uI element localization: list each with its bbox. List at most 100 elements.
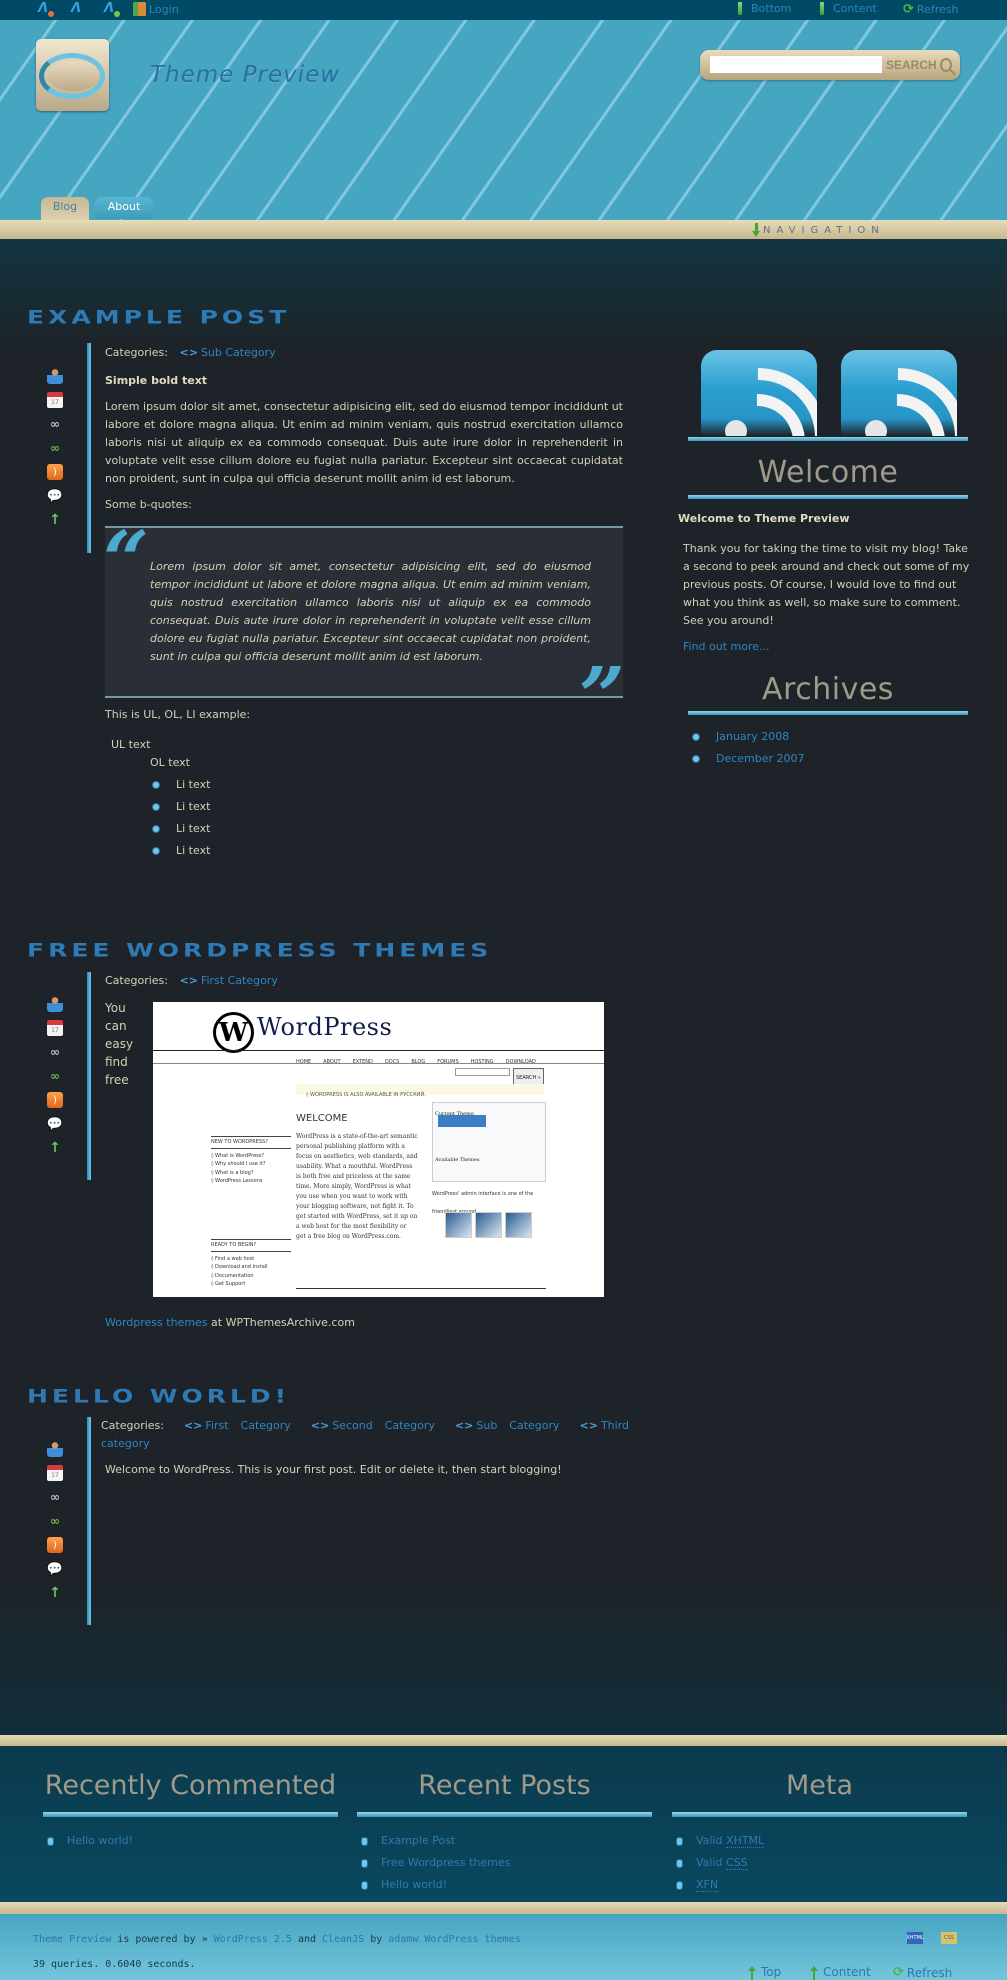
tab-about[interactable]: About bbox=[95, 197, 153, 219]
calendar-icon[interactable]: 17 bbox=[47, 392, 63, 408]
example-list: UL text OL text Li text Li text Li text … bbox=[105, 736, 623, 860]
trackback-icon[interactable]: ∞ bbox=[47, 1513, 63, 1529]
comment-icon[interactable]: 💬 bbox=[47, 488, 63, 504]
top-arrow-icon[interactable]: ↑ bbox=[47, 1585, 63, 1601]
arrow-down-icon bbox=[752, 223, 760, 237]
navigation-toggle[interactable]: NAVIGATION bbox=[752, 223, 885, 237]
post-meta-icons: 17 ∞ ∞ ) 💬 ↑ bbox=[47, 368, 67, 536]
side-words: You can easy find free bbox=[105, 1001, 134, 1087]
divider bbox=[688, 711, 968, 715]
rss-comments-icon[interactable] bbox=[841, 350, 957, 436]
list-item: Hello world! bbox=[362, 1874, 510, 1896]
site-logo[interactable] bbox=[36, 39, 109, 111]
tab-blog[interactable]: Blog bbox=[41, 197, 89, 220]
top-link[interactable]: Top bbox=[748, 1965, 781, 1980]
list-item: Free Wordpress themes bbox=[362, 1852, 510, 1874]
calendar-icon[interactable]: 17 bbox=[47, 1465, 63, 1481]
author-remove-icon: Λ bbox=[38, 2, 54, 17]
footer: Theme Preview is powered by » WordPress … bbox=[0, 1914, 1007, 1980]
valid-xhtml-badge-icon[interactable]: XHTML bbox=[906, 1932, 924, 1944]
comment-icon[interactable]: 💬 bbox=[47, 1561, 63, 1577]
open-quote-icon: “ bbox=[103, 513, 150, 607]
site-link[interactable]: Theme Preview bbox=[33, 1934, 111, 1945]
category-link[interactable]: <> Sub Category bbox=[180, 346, 276, 359]
permalink-icon[interactable]: ∞ bbox=[47, 1044, 63, 1060]
rss-posts-icon[interactable] bbox=[701, 350, 817, 436]
category-link[interactable]: <> First Category bbox=[184, 1419, 291, 1432]
post-accent-bar bbox=[87, 343, 91, 553]
post-title[interactable]: Hello world! bbox=[27, 1385, 290, 1407]
category-icon: <> bbox=[454, 1419, 474, 1432]
valid-css-badge-icon[interactable]: CSS bbox=[941, 1932, 957, 1944]
login-link[interactable]: Login bbox=[133, 2, 179, 16]
comment-icon[interactable]: 💬 bbox=[47, 1116, 63, 1132]
author-icon[interactable] bbox=[47, 996, 63, 1012]
post-title[interactable]: Free Wordpress Themes bbox=[27, 939, 492, 961]
category-icon: <> bbox=[310, 1419, 330, 1432]
navigation-label: NAVIGATION bbox=[763, 224, 885, 236]
bullet-icon bbox=[693, 734, 699, 740]
author-icon[interactable] bbox=[47, 368, 63, 384]
trackback-icon[interactable]: ∞ bbox=[47, 440, 63, 456]
header: Theme Preview SEARCH Blog About bbox=[0, 20, 1007, 220]
query-stats: 39 queries. 0.6040 seconds. bbox=[33, 1959, 196, 1970]
divider bbox=[357, 1812, 652, 1817]
archive-item: December 2007 bbox=[693, 748, 805, 770]
permalink-icon[interactable]: ∞ bbox=[47, 416, 63, 432]
top-arrow-icon[interactable]: ↑ bbox=[47, 512, 63, 528]
author-icon: Λ bbox=[71, 1, 82, 16]
search-icon bbox=[939, 58, 952, 72]
author-link[interactable]: Λ bbox=[71, 2, 85, 16]
post-title[interactable]: Example Post bbox=[27, 306, 290, 328]
site-title[interactable]: Theme Preview bbox=[150, 62, 340, 88]
refresh-link[interactable]: ⟳ Refresh bbox=[893, 1965, 952, 1980]
author-link[interactable]: adamw WordPress themes bbox=[388, 1934, 520, 1945]
search-button[interactable]: SEARCH bbox=[886, 54, 952, 76]
rss-icon[interactable]: ) bbox=[47, 1092, 63, 1108]
widget-title-welcome: Welcome bbox=[757, 455, 899, 490]
find-out-more-link[interactable]: Find out more... bbox=[683, 640, 770, 653]
close-quote-icon: ” bbox=[578, 649, 625, 743]
category-link[interactable]: <> Sub Category bbox=[455, 1419, 560, 1432]
rss-icon[interactable]: ) bbox=[47, 464, 63, 480]
arrow-up-icon bbox=[748, 1965, 756, 1980]
refresh-icon: ⟳ bbox=[903, 2, 914, 17]
top-arrow-icon[interactable]: ↑ bbox=[47, 1140, 63, 1156]
author-icon[interactable] bbox=[47, 1441, 63, 1457]
post-categories: Categories: <> Sub Category bbox=[105, 346, 276, 359]
content-link[interactable]: Content bbox=[810, 1965, 871, 1980]
author-remove-link[interactable]: Λ bbox=[38, 2, 54, 17]
category-link[interactable]: <> Second Category bbox=[311, 1419, 435, 1432]
post-accent-bar bbox=[87, 972, 91, 1180]
arrow-up-icon bbox=[810, 1965, 818, 1980]
widget-title-recently-commented: Recently Commented bbox=[44, 1770, 337, 1801]
post-categories: Categories: <> First Category bbox=[105, 974, 278, 987]
theme-link[interactable]: CleanJS bbox=[322, 1934, 364, 1945]
bquote-intro: Some b-quotes: bbox=[105, 498, 192, 511]
footer-widgets: Recently Commented Hello world! Recent P… bbox=[0, 1746, 1007, 1902]
login-label: Login bbox=[149, 2, 179, 16]
rss-icon[interactable]: ) bbox=[47, 1537, 63, 1553]
list-item: Li text bbox=[153, 798, 623, 816]
trackback-icon[interactable]: ∞ bbox=[47, 1068, 63, 1084]
refresh-link[interactable]: ⟳ Refresh bbox=[903, 2, 958, 17]
bullet-icon bbox=[362, 1859, 367, 1867]
post-accent-bar bbox=[87, 1417, 91, 1625]
content-link[interactable]: Content bbox=[820, 2, 877, 15]
credit-link[interactable]: Wordpress themes bbox=[105, 1316, 208, 1329]
wordpress-screenshot[interactable]: W WordPress HOME ABOUT EXTEND DOCS BLOG FORUM… bbox=[153, 1002, 604, 1297]
blockquote: “ Lorem ipsum dolor sit amet, consectetu… bbox=[103, 520, 625, 736]
divider bbox=[688, 495, 968, 499]
permalink-icon[interactable]: ∞ bbox=[47, 1489, 63, 1505]
category-link[interactable]: <> First Category bbox=[180, 974, 278, 987]
post-body: Categories: <> Sub Category Simple bold t… bbox=[103, 344, 625, 860]
wordpress-link[interactable]: WordPress 2.5 bbox=[214, 1934, 292, 1945]
calendar-icon[interactable]: 17 bbox=[47, 1020, 63, 1036]
search-input[interactable] bbox=[710, 56, 882, 73]
search-label: SEARCH bbox=[886, 58, 937, 72]
list-item: Li text bbox=[153, 776, 623, 794]
meta-list: Valid XHTML Valid CSS XFN bbox=[677, 1830, 765, 1896]
author-add-link[interactable]: Λ bbox=[104, 2, 120, 17]
category-icon: <> bbox=[183, 1419, 203, 1432]
bottom-link[interactable]: Bottom bbox=[738, 2, 791, 15]
